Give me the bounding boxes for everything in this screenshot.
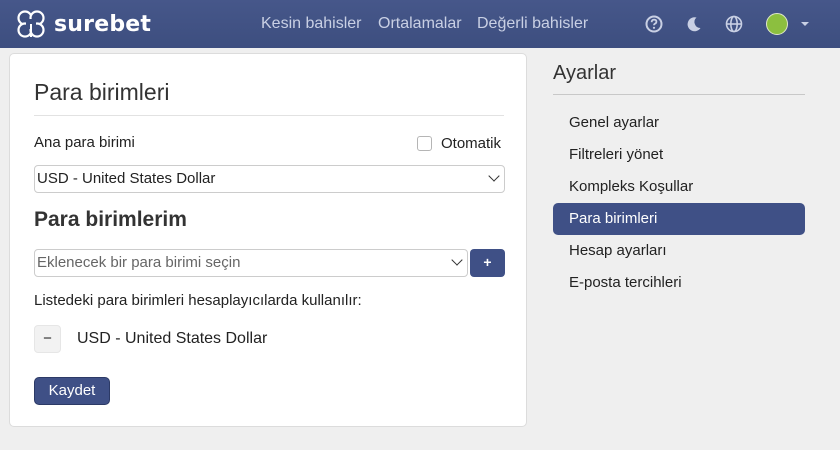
page-title: Para birimleri [34,79,170,105]
sidebar-item-manage-filters[interactable]: Filtreleri yönet [553,139,805,171]
currencies-info-text: Listedeki para birimleri hesaplayıcılard… [34,292,362,309]
sidebar-item-general-settings[interactable]: Genel ayarlar [553,107,805,139]
help-icon[interactable] [644,14,664,34]
user-avatar[interactable] [766,13,788,35]
sidebar-item-account-settings[interactable]: Hesap ayarları [553,235,805,267]
sidebar-item-email-preferences[interactable]: E-posta tercihleri [553,267,805,299]
brand-logo[interactable]: surebet [14,7,151,41]
title-divider [34,115,504,116]
base-currency-label: Ana para birimi [34,134,135,151]
moon-icon[interactable] [684,14,704,34]
top-navbar: surebet Kesin bahisler Ortalamalar Değer… [0,0,840,48]
currencies-card: Para birimleri Ana para birimi Otomatik … [9,53,527,427]
chevron-down-icon [488,170,500,182]
sidebar-divider [553,94,805,95]
chevron-down-icon[interactable] [801,22,809,26]
nav-link-averages[interactable]: Ortalamalar [378,15,462,33]
nav-link-sure-bets[interactable]: Kesin bahisler [261,15,362,33]
sidebar-item-currencies[interactable]: Para birimleri [553,203,805,235]
currency-list-item: USD - United States Dollar [77,330,268,347]
base-currency-select[interactable]: USD - United States Dollar [34,165,505,193]
nav-link-value-bets[interactable]: Değerli bahisler [477,15,588,33]
remove-currency-button[interactable]: − [34,325,61,353]
my-currencies-title: Para birimlerim [34,208,187,231]
brand-name: surebet [54,11,152,37]
add-currency-placeholder: Eklenecek bir para birimi seçin [37,254,241,271]
add-currency-button[interactable]: + [470,249,505,277]
clover-icon [14,7,48,41]
sidebar-title: Ayarlar [553,62,616,84]
save-button[interactable]: Kaydet [34,377,110,405]
add-currency-select[interactable]: Eklenecek bir para birimi seçin [34,249,468,277]
automatic-label[interactable]: Otomatik [441,135,501,152]
base-currency-value: USD - United States Dollar [37,170,216,187]
chevron-down-icon [451,254,463,266]
globe-icon[interactable] [724,14,744,34]
sidebar-item-complex-conditions[interactable]: Kompleks Koşullar [553,171,805,203]
automatic-checkbox[interactable] [417,136,432,151]
